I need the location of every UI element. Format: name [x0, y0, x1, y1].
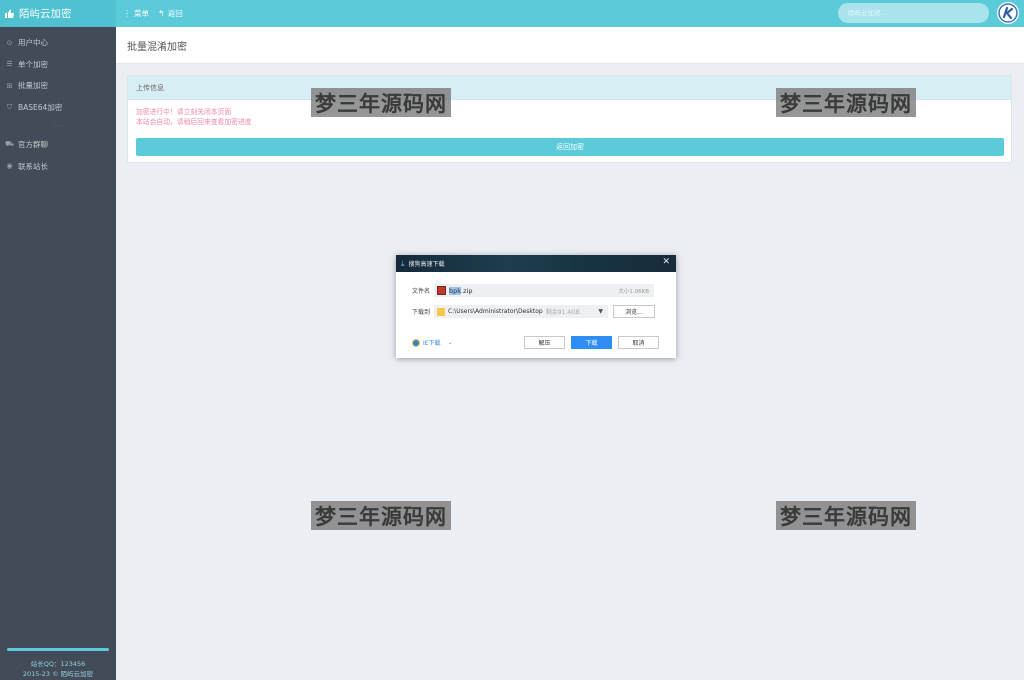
folder-icon: [437, 307, 445, 316]
cart-icon: ⛟: [5, 140, 14, 149]
ie-icon: [412, 338, 420, 347]
caret-down-icon: ▼: [598, 308, 603, 315]
ie-download-label: IE下载: [423, 340, 441, 347]
watermark: 梦三年源码网: [311, 88, 451, 117]
sidebar-item-label: 联系站长: [18, 161, 48, 171]
sidebar-item-label: 用户中心: [18, 38, 48, 48]
save-path-select[interactable]: C:\Users\Administrator\Desktop 剩余91.4GB …: [434, 305, 608, 318]
filename-value: bpk.zip: [449, 286, 473, 295]
back-label: 返回: [167, 9, 183, 18]
footer-qq: 站长QQ：123456: [30, 660, 86, 668]
file-size: 大小1.06KB: [618, 288, 649, 295]
watermark: 梦三年源码网: [776, 501, 916, 530]
sidebar-separator: ···: [53, 122, 63, 130]
avatar[interactable]: [997, 2, 1019, 24]
free-space: 剩余91.4GB: [545, 309, 580, 316]
brand[interactable]: 陌屿云加密: [0, 0, 116, 27]
download-dialog: ⤓ 搜狗高速下载 ✕ 文件名 bpk.zip 大小1.06KB 下载到 C:\U…: [396, 255, 676, 358]
top-bar: 陌屿云加密 ⋮ 菜单 ↰ 返回: [0, 0, 1024, 27]
close-icon[interactable]: ✕: [662, 257, 670, 267]
dialog-title-bar[interactable]: ⤓ 搜狗高速下载 ✕: [396, 255, 676, 272]
filename-field[interactable]: bpk.zip 大小1.06KB: [434, 284, 654, 297]
chevron-down-icon[interactable]: ⌄: [448, 339, 453, 346]
saveto-label: 下载到: [412, 309, 431, 316]
save-path: C:\Users\Administrator\Desktop: [448, 308, 543, 315]
saveto-row: 下载到 C:\Users\Administrator\Desktop 剩余91.…: [412, 305, 655, 318]
sidebar-item-label: 单个加密: [18, 59, 48, 69]
footer-bar: [7, 648, 109, 651]
sidebar-item-label: 官方群聊: [18, 140, 48, 150]
page-title: 批量混淆加密: [116, 27, 1024, 64]
brand-name: 陌屿云加密: [19, 8, 72, 20]
menu-icon: ⋮: [123, 9, 131, 18]
menu-label: 菜单: [134, 9, 149, 18]
cancel-button[interactable]: 取消: [618, 336, 659, 349]
filename-label: 文件名: [412, 288, 431, 295]
sidebar-footer: 站长QQ：123456 2015-23 © 陌屿云加密: [0, 648, 116, 680]
download-button[interactable]: 下载: [571, 336, 612, 349]
sidebar-item-label: BASE64加密: [18, 102, 63, 112]
browse-button[interactable]: 浏览...: [613, 305, 655, 318]
ie-download-option[interactable]: IE下载 ⌄: [412, 338, 453, 347]
shield-icon: ⛉: [6, 102, 13, 111]
watermark: 梦三年源码网: [776, 88, 916, 117]
sidebar-item-user-center[interactable]: ⊙ 用户中心: [0, 32, 116, 54]
filename-row: 文件名 bpk.zip 大小1.06KB: [412, 284, 654, 297]
thumbs-up-icon: [5, 9, 14, 18]
search-input[interactable]: [838, 3, 989, 23]
archive-icon: [437, 286, 446, 295]
sidebar-item-contact[interactable]: ◉ 联系站长: [0, 156, 116, 178]
plus-square-icon: ⊞: [6, 81, 13, 90]
sidebar-item-single-encrypt[interactable]: ☰ 单个加密: [0, 54, 116, 76]
status-line-2: 本站会自动，请稍后回来查看加密进度: [136, 118, 252, 126]
sidebar-item-base64[interactable]: ⛉ BASE64加密: [0, 97, 116, 119]
unzip-button[interactable]: 解压: [524, 336, 565, 349]
gauge-icon: ⊙: [6, 38, 13, 47]
logo-icon: [998, 3, 1018, 23]
back-to-encrypt-button[interactable]: 返回加密: [136, 138, 1004, 156]
sidebar: ⊙ 用户中心 ☰ 单个加密 ⊞ 批量加密 ⛉ BASE64加密 ··· ⛟ 官方…: [0, 27, 116, 680]
sidebar-item-label: 批量加密: [18, 81, 48, 91]
back-link[interactable]: ↰ 返回: [158, 8, 183, 19]
top-nav: ⋮ 菜单 ↰ 返回: [123, 0, 192, 27]
reply-icon: ↰: [158, 9, 165, 18]
footer-copyright: 2015-23 © 陌屿云加密: [22, 670, 94, 678]
sidebar-item-batch-encrypt[interactable]: ⊞ 批量加密: [0, 75, 116, 97]
dialog-title: 搜狗高速下载: [408, 261, 445, 268]
menu-toggle[interactable]: ⋮ 菜单: [123, 8, 149, 19]
filename-ext: .zip: [461, 286, 473, 295]
watermark: 梦三年源码网: [311, 501, 451, 530]
chat-icon: ◉: [6, 162, 13, 171]
download-icon: ⤓: [401, 258, 405, 268]
filename-selected: bpk: [449, 286, 462, 295]
list-icon: ☰: [6, 60, 13, 69]
sidebar-item-official-group[interactable]: ⛟ 官方群聊: [0, 134, 116, 156]
